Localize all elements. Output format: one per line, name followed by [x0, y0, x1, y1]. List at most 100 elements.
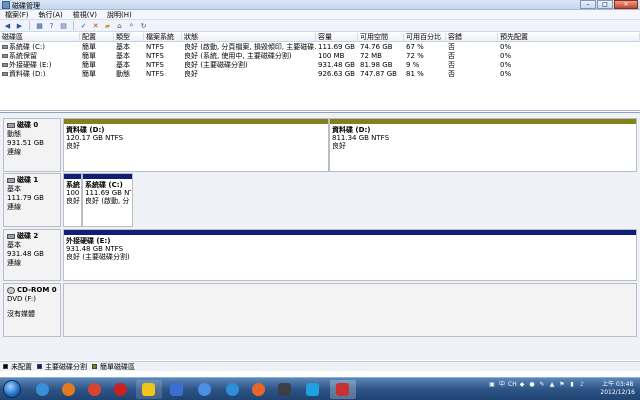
partition[interactable]: 系統碟 (C:) 111.69 GB NT 良好 (啟動, 分 — [82, 173, 133, 227]
partition-size: 120.17 GB NTFS — [66, 134, 124, 142]
hard-disk-icon — [7, 178, 15, 183]
cdrom-0-label[interactable]: CD-ROM 0 DVD (F:) 沒有媒體 — [3, 283, 61, 337]
clock-date: 2012/12/16 — [600, 389, 635, 396]
folder-icon[interactable]: ▰ — [103, 21, 112, 30]
disk-status: 連線 — [7, 203, 21, 211]
input-language-indicator[interactable]: CH — [508, 381, 517, 389]
app-icon-blue[interactable] — [192, 380, 218, 399]
menu-action[interactable]: 執行(A) — [39, 10, 63, 19]
partition-name: 外接硬碟 (E:) — [66, 237, 111, 245]
table-row[interactable]: 系統保留 簡單 基本 NTFS 良好 (系統, 使用中, 主要磁碟分割) 100… — [0, 52, 640, 61]
tray-icon[interactable]: ⚑ — [558, 381, 566, 389]
disk-2-label[interactable]: 磁碟 2 基本 931.48 GB 連線 — [3, 229, 61, 281]
menu-file[interactable]: 檔案(F) — [5, 10, 29, 19]
volume-name: 外接硬碟 (E:) — [9, 61, 52, 69]
disk-name: 磁碟 1 — [17, 176, 39, 184]
properties-icon[interactable]: ▤ — [59, 21, 68, 30]
minimize-button[interactable]: – — [580, 0, 596, 9]
column-header-overhead[interactable]: 預先配置 — [498, 33, 640, 42]
disk-0-label[interactable]: 磁碟 0 動態 931.51 GB 連線 — [3, 118, 61, 172]
refresh-icon[interactable]: ↻ — [139, 21, 148, 30]
table-row[interactable]: 外接硬碟 (E:) 簡單 基本 NTFS 良好 (主要磁碟分割) 931.48 … — [0, 61, 640, 70]
volume-filesystem: NTFS — [146, 70, 164, 78]
column-header-percent-free[interactable]: 可用百分比 — [404, 33, 446, 42]
drive-icon — [2, 72, 8, 76]
disk-type: 基本 — [7, 241, 21, 249]
column-header-fault-tolerance[interactable]: 容錯 — [446, 33, 498, 42]
column-header-type[interactable]: 類型 — [114, 33, 144, 42]
back-icon[interactable]: ◀ — [3, 21, 12, 30]
column-header-free-space[interactable]: 可用空間 — [358, 33, 404, 42]
orange-app-icon[interactable] — [246, 380, 272, 399]
column-header-filesystem[interactable]: 檔案系統 — [144, 33, 182, 42]
menu-help[interactable]: 說明(H) — [107, 10, 132, 19]
partition-status: 良好 (主要磁碟分割) — [66, 253, 130, 261]
partition-size: 100 — [66, 189, 80, 197]
disk-1-label[interactable]: 磁碟 1 基本 111.79 GB 連線 — [3, 173, 61, 227]
firefox-icon[interactable] — [56, 380, 82, 399]
disk-name: 磁碟 2 — [17, 232, 39, 240]
column-header-status[interactable]: 狀態 — [182, 33, 316, 42]
drive-icon — [2, 45, 8, 49]
column-header-capacity[interactable]: 容量 — [316, 33, 358, 42]
legend-swatch — [3, 364, 8, 369]
tray-icon[interactable]: ◆ — [518, 381, 526, 389]
volume-status: 良好 (主要磁碟分割) — [184, 61, 248, 69]
simple-volume-stripe — [330, 119, 636, 124]
partition-name: 系統碟 (C:) — [85, 181, 123, 189]
skype-icon[interactable] — [300, 380, 326, 399]
drive-icon — [2, 63, 8, 67]
volume-overhead: 0% — [500, 52, 512, 60]
clock[interactable]: 上午 03:48 2012/12/16 — [600, 381, 635, 397]
volume-icon[interactable]: ♪ — [578, 381, 586, 389]
close-button[interactable]: ✕ — [614, 0, 638, 9]
primary-partition-stripe — [83, 174, 132, 179]
grid-icon[interactable]: ▦ — [35, 21, 44, 30]
chrome-icon[interactable] — [82, 380, 108, 399]
legend-swatch — [92, 364, 97, 369]
tray-icon[interactable]: ✎ — [538, 381, 546, 389]
disk-mgmt-icon[interactable] — [330, 380, 356, 399]
menu-bar: 檔案(F) 執行(A) 檢視(V) 說明(H) — [0, 10, 640, 20]
volume-free-space: 81.98 GB — [360, 61, 393, 69]
search-icon[interactable]: ⌕ — [127, 21, 136, 30]
simple-volume-stripe — [64, 119, 328, 124]
tray-icon[interactable]: ▲ — [548, 381, 556, 389]
maximize-button[interactable]: □ — [597, 0, 613, 9]
volume-fault-tolerance: 否 — [448, 70, 455, 78]
volume-layout: 簡單 — [82, 61, 96, 69]
check-icon[interactable]: ✓ — [79, 21, 88, 30]
open-icon[interactable]: ⌂ — [115, 21, 124, 30]
table-row[interactable]: 資料碟 (D:) 簡單 動態 NTFS 良好 926.63 GB 747.87 … — [0, 70, 640, 79]
partition[interactable]: 系統 100 良好 — [63, 173, 82, 227]
partition[interactable]: 外接硬碟 (E:) 931.48 GB NTFS 良好 (主要磁碟分割) — [63, 229, 637, 281]
ime-indicator[interactable]: 中 — [498, 381, 506, 389]
disk-0-row: 磁碟 0 動態 931.51 GB 連線 資料碟 (D:) 120.17 GB … — [3, 118, 637, 172]
tray-icon[interactable]: ▮ — [568, 381, 576, 389]
table-row[interactable]: 系統碟 (C:) 簡單 基本 NTFS 良好 (啟動, 分頁檔案, 損毀傾印, … — [0, 43, 640, 52]
dark-app-icon[interactable] — [272, 380, 298, 399]
help-icon[interactable]: ? — [47, 21, 56, 30]
menu-view[interactable]: 檢視(V) — [73, 10, 97, 19]
clock-time: 上午 03:48 — [602, 381, 634, 388]
volume-list: 磁碟區 配置 類型 檔案系統 狀態 容量 可用空間 可用百分比 容錯 預先配置 … — [0, 33, 640, 111]
forward-icon[interactable]: ▶ — [15, 21, 24, 30]
volume-name: 系統保留 — [9, 52, 37, 60]
cdrom-body[interactable] — [63, 283, 637, 337]
column-header-layout[interactable]: 配置 — [80, 33, 114, 42]
start-button[interactable] — [3, 380, 21, 398]
disk-2-row: 磁碟 2 基本 931.48 GB 連線 外接硬碟 (E:) 931.48 GB… — [3, 229, 637, 281]
network-icon[interactable]: ▣ — [488, 381, 496, 389]
media-icon[interactable] — [164, 380, 190, 399]
volume-percent-free: 9 % — [406, 61, 420, 69]
tool-icon[interactable] — [136, 380, 162, 399]
tray-icon[interactable]: ● — [528, 381, 536, 389]
partition[interactable]: 資料碟 (D:) 811.34 GB NTFS 良好 — [329, 118, 637, 172]
system-tray: ▣ 中 CH ◆ ● ✎ ▲ ⚑ ▮ ♪ — [488, 381, 586, 389]
column-header-volume[interactable]: 磁碟區 — [0, 33, 80, 42]
partition[interactable]: 資料碟 (D:) 120.17 GB NTFS 良好 — [63, 118, 329, 172]
delete-icon[interactable]: ✕ — [91, 21, 100, 30]
opera-icon[interactable] — [108, 380, 134, 399]
globe-icon[interactable] — [220, 380, 246, 399]
ie-icon[interactable] — [30, 380, 56, 399]
